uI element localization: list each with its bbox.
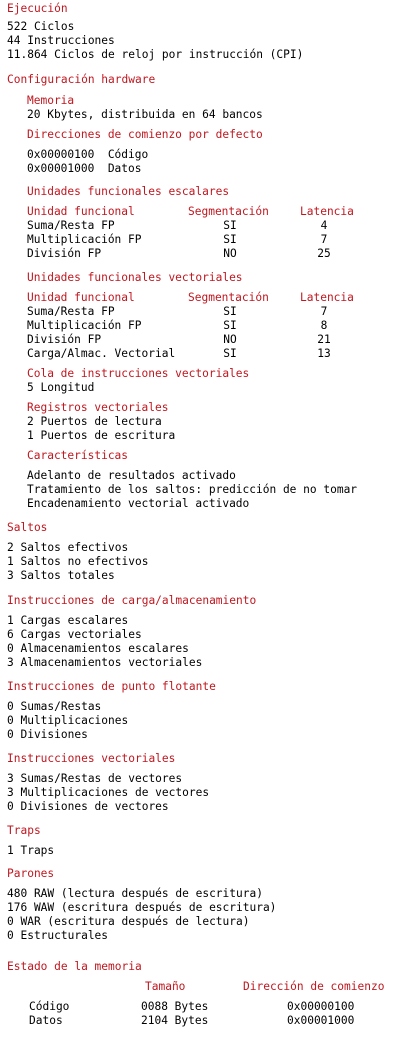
line-direccion-datos: 0x00001000 Datos <box>27 162 142 175</box>
line-saltos-efectivos: 2 Saltos efectivos <box>7 541 129 554</box>
table-row-segmentacion: NO <box>223 247 237 260</box>
section-title-configuracion: Configuración hardware <box>7 73 156 86</box>
header-unidad-funcional: Unidad funcional <box>27 205 135 218</box>
header-direccion-comienzo: Dirección de comienzo <box>243 980 385 993</box>
line-encadenamiento: Encadenamiento vectorial activado <box>27 497 250 510</box>
section-title-flotante: Instrucciones de punto flotante <box>7 680 216 693</box>
subsection-title-cola: Cola de instrucciones vectoriales <box>27 367 250 380</box>
section-title-carga: Instrucciones de carga/almacenamiento <box>7 594 257 607</box>
line-adelanto: Adelanto de resultados activado <box>27 469 236 482</box>
line-div-vectores: 0 Divisiones de vectores <box>7 800 169 813</box>
line-saltos-totales: 3 Saltos totales <box>7 569 115 582</box>
section-title-ejecucion: Ejecución <box>7 2 68 15</box>
memory-row-name: Datos <box>29 1014 63 1027</box>
header-unidad-funcional: Unidad funcional <box>27 291 135 304</box>
line-mult-vectores: 3 Multiplicaciones de vectores <box>7 786 210 799</box>
line-direccion-codigo: 0x00000100 Código <box>27 148 149 161</box>
line-war: 0 WAR (escritura después de lectura) <box>7 915 250 928</box>
subsection-title-caracteristicas: Características <box>27 449 129 462</box>
line-raw: 480 RAW (lectura después de escritura) <box>7 887 263 900</box>
table-row-unidad: Carga/Almac. Vectorial <box>27 347 176 360</box>
line-cargas-vectoriales: 6 Cargas vectoriales <box>7 628 142 641</box>
table-row-unidad: Multiplicación FP <box>27 233 142 246</box>
table-row-segmentacion: NO <box>223 333 237 346</box>
table-row-unidad: Suma/Resta FP <box>27 219 115 232</box>
line-cpi: 11.864 Ciclos de reloj por instrucción (… <box>7 48 304 61</box>
line-traps: 1 Traps <box>7 844 55 857</box>
header-latencia: Latencia <box>300 205 354 218</box>
line-estructurales: 0 Estructurales <box>7 929 109 942</box>
section-title-saltos: Saltos <box>7 521 48 534</box>
simulation-results-report: Ejecución 522 Ciclos 44 Instrucciones 11… <box>0 0 408 1046</box>
table-row-latencia: 4 <box>320 219 328 232</box>
line-cargas-escalares: 1 Cargas escalares <box>7 614 129 627</box>
subsection-title-memoria: Memoria <box>27 94 75 107</box>
line-instrucciones: 44 Instrucciones <box>7 34 115 47</box>
subsection-title-escalares: Unidades funcionales escalares <box>27 185 230 198</box>
table-row-latencia: 21 <box>317 333 331 346</box>
line-sumas-vectores: 3 Sumas/Restas de vectores <box>7 772 183 785</box>
subsection-title-direcciones: Direcciones de comienzo por defecto <box>27 128 263 141</box>
line-multiplicaciones: 0 Multiplicaciones <box>7 714 129 727</box>
section-title-parones: Parones <box>7 867 55 880</box>
memory-row-size: 2104 Bytes <box>141 1014 209 1027</box>
line-waw: 176 WAW (escritura después de escritura) <box>7 901 277 914</box>
section-title-estado-memoria: Estado de la memoria <box>7 960 142 973</box>
line-cola-longitud: 5 Longitud <box>27 381 95 394</box>
table-row-latencia: 13 <box>317 347 331 360</box>
line-divisiones: 0 Divisiones <box>7 728 88 741</box>
table-row-latencia: 7 <box>320 305 328 318</box>
line-puertos-escritura: 1 Puertos de escritura <box>27 429 176 442</box>
table-row-segmentacion: SI <box>223 219 237 232</box>
line-sumas-restas: 0 Sumas/Restas <box>7 700 102 713</box>
table-row-unidad: División FP <box>27 247 102 260</box>
line-saltos-no-efectivos: 1 Saltos no efectivos <box>7 555 149 568</box>
subsection-title-registros: Registros vectoriales <box>27 401 169 414</box>
line-saltos-prediccion: Tratamiento de los saltos: predicción de… <box>27 483 358 496</box>
table-row-latencia: 8 <box>320 319 328 332</box>
memory-row-address: 0x00001000 <box>287 1014 355 1027</box>
memory-row-address: 0x00000100 <box>287 1000 355 1013</box>
header-segmentacion: Segmentación <box>188 205 269 218</box>
line-almac-escalares: 0 Almacenamientos escalares <box>7 642 189 655</box>
section-title-instr-vectoriales: Instrucciones vectoriales <box>7 752 176 765</box>
table-row-segmentacion: SI <box>223 347 237 360</box>
header-latencia: Latencia <box>300 291 354 304</box>
line-ciclos: 522 Ciclos <box>7 20 75 33</box>
header-segmentacion: Segmentación <box>188 291 269 304</box>
line-puertos-lectura: 2 Puertos de lectura <box>27 415 162 428</box>
memory-row-size: 0088 Bytes <box>141 1000 209 1013</box>
table-row-unidad: Multiplicación FP <box>27 319 142 332</box>
table-row-segmentacion: SI <box>223 319 237 332</box>
table-row-latencia: 25 <box>317 247 331 260</box>
table-row-latencia: 7 <box>320 233 328 246</box>
table-row-segmentacion: SI <box>223 233 237 246</box>
memory-row-name: Código <box>29 1000 70 1013</box>
table-row-unidad: División FP <box>27 333 102 346</box>
header-tamano: Tamaño <box>145 980 186 993</box>
line-almac-vectoriales: 3 Almacenamientos vectoriales <box>7 656 203 669</box>
table-row-segmentacion: SI <box>223 305 237 318</box>
table-row-unidad: Suma/Resta FP <box>27 305 115 318</box>
line-memoria: 20 Kbytes, distribuida en 64 bancos <box>27 108 263 121</box>
section-title-traps: Traps <box>7 824 41 837</box>
subsection-title-vectoriales: Unidades funcionales vectoriales <box>27 271 243 284</box>
